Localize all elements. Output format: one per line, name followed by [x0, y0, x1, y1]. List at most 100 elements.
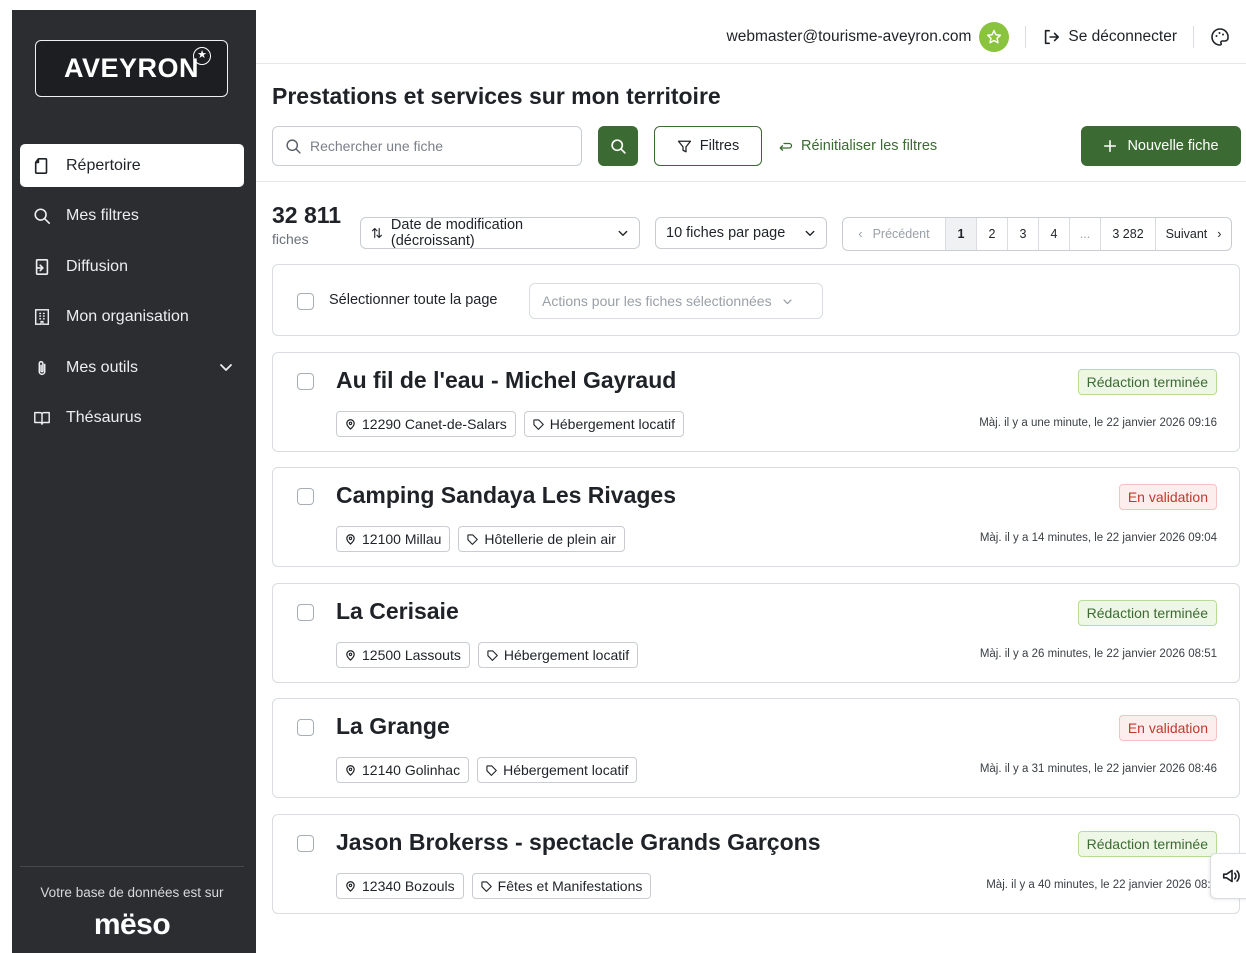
- tag-icon: [533, 418, 544, 430]
- divider: [1025, 25, 1027, 48]
- bulk-actions-bar: Sélectionner toute la page Actions pour …: [272, 264, 1240, 336]
- record-title[interactable]: Jason Brokerss - spectacle Grands Garçon…: [336, 829, 821, 856]
- chevron-down-icon: [783, 299, 792, 304]
- pagination-page-last[interactable]: 3 282: [1101, 218, 1156, 250]
- reset-filters-link[interactable]: Réinitialiser les filtres: [778, 126, 937, 166]
- per-page-select[interactable]: 10 fiches par page: [655, 217, 827, 249]
- sidebar-item-diffusion[interactable]: Diffusion: [20, 245, 244, 288]
- chevron-left-icon: ‹: [858, 227, 863, 241]
- list-controls: 32 811 fiches Date de modification (décr…: [256, 182, 1246, 264]
- new-record-label: Nouvelle fiche: [1127, 138, 1219, 154]
- record-title[interactable]: Au fil de l'eau - Michel Gayraud: [336, 367, 676, 394]
- megaphone-icon: [1222, 869, 1240, 883]
- footer-text: Votre base de données est sur: [40, 885, 224, 900]
- avatar[interactable]: [979, 21, 1010, 52]
- record-card[interactable]: La Cerisaie 12500 Lassouts Hébergement l…: [272, 583, 1240, 683]
- tag-icon: [481, 880, 492, 892]
- record-title[interactable]: La Cerisaie: [336, 598, 459, 625]
- file-icon: [32, 156, 52, 176]
- sidebar-item-mes-filtres[interactable]: Mes filtres: [20, 195, 244, 238]
- location-text: 12290 Canet-de-Salars: [362, 416, 507, 432]
- chevron-right-icon: ›: [1217, 227, 1222, 241]
- pagination: ‹ Précédent 1 2 3 4 ... 3 282 Suivant ›: [842, 217, 1232, 251]
- record-checkbox[interactable]: [297, 373, 314, 390]
- search-input[interactable]: [310, 138, 570, 154]
- location-tag: 12100 Millau: [336, 526, 451, 552]
- modified-date: Màj. il y a 14 minutes, le 22 janvier 20…: [979, 532, 1217, 544]
- record-checkbox[interactable]: [297, 604, 314, 621]
- modified-date: Màj. il y a 31 minutes, le 22 janvier 20…: [979, 763, 1217, 775]
- count-label: fiches: [272, 231, 309, 247]
- record-card[interactable]: Au fil de l'eau - Michel Gayraud 12290 C…: [272, 352, 1240, 452]
- sidebar-item-mes-outils[interactable]: Mes outils: [20, 346, 244, 389]
- chevron-down-icon[interactable]: [218, 359, 234, 375]
- record-tags: 12500 Lassouts Hébergement locatif: [336, 642, 639, 668]
- record-checkbox[interactable]: [297, 488, 314, 505]
- record-title[interactable]: Camping Sandaya Les Rivages: [336, 482, 676, 509]
- category-text: Fêtes et Manifestations: [497, 878, 643, 894]
- topbar: webmaster@tourisme-aveyron.com Se déconn…: [256, 10, 1246, 64]
- record-checkbox[interactable]: [297, 835, 314, 852]
- search-box: [272, 126, 582, 166]
- search-icon: [32, 206, 52, 226]
- book-icon: [32, 408, 52, 428]
- record-card[interactable]: Camping Sandaya Les Rivages 12100 Millau…: [272, 467, 1240, 567]
- sort-icon: [371, 227, 382, 239]
- modified-date: Màj. il y a 26 minutes, le 22 janvier 20…: [979, 648, 1217, 660]
- sidebar-item-mon-organisation[interactable]: Mon organisation: [20, 296, 244, 339]
- search-button[interactable]: [598, 126, 638, 166]
- reset-filters-label: Réinitialiser les filtres: [801, 138, 938, 154]
- reset-icon: [779, 142, 793, 151]
- pagination-prev[interactable]: ‹ Précédent: [843, 218, 946, 250]
- filter-icon: [677, 140, 691, 152]
- sidebar-item-label: Répertoire: [66, 156, 141, 174]
- pagination-page[interactable]: 4: [1039, 218, 1070, 250]
- select-all-checkbox[interactable]: [297, 293, 314, 310]
- search-icon: [286, 138, 301, 154]
- pagination-page[interactable]: 2: [977, 218, 1008, 250]
- logout-label: Se déconnecter: [1068, 27, 1177, 45]
- filters-label: Filtres: [699, 138, 740, 154]
- count-number: 32 811: [272, 202, 342, 228]
- logout-icon: [1045, 29, 1060, 44]
- filters-button[interactable]: Filtres: [654, 126, 762, 166]
- palette-icon[interactable]: [1210, 27, 1230, 47]
- meso-logo[interactable]: mëso: [94, 908, 171, 942]
- search-icon: [610, 138, 626, 154]
- record-card[interactable]: La Grange 12140 Golinhac Hébergement loc…: [272, 698, 1240, 798]
- category-text: Hébergement locatif: [503, 762, 629, 778]
- bulk-actions-select[interactable]: Actions pour les fiches sélectionnées: [529, 283, 823, 319]
- record-title[interactable]: La Grange: [336, 713, 450, 740]
- location-pin-icon: [346, 764, 355, 776]
- pagination-page[interactable]: 3: [1008, 218, 1039, 250]
- star-icon: [987, 29, 1002, 43]
- status-badge: Rédaction terminée: [1077, 600, 1217, 626]
- per-page-label: 10 fiches par page: [666, 225, 786, 241]
- status-badge: Rédaction terminée: [1077, 369, 1217, 395]
- location-tag: 12340 Bozouls: [336, 873, 464, 899]
- sort-label: Date de modification (décroissant): [390, 217, 524, 249]
- select-all-label[interactable]: Sélectionner toute la page: [329, 292, 498, 308]
- sidebar-item-label: Mes filtres: [66, 207, 139, 224]
- location-text: 12140 Golinhac: [362, 762, 461, 778]
- record-tags: 12100 Millau Hôtellerie de plein air: [336, 526, 625, 552]
- sidebar-item-label: Mes outils: [66, 358, 139, 376]
- location-text: 12500 Lassouts: [362, 647, 461, 663]
- pagination-page[interactable]: 1: [946, 218, 977, 250]
- category-text: Hébergement locatif: [503, 647, 630, 663]
- aveyron-logo[interactable]: AVEYRON ★: [35, 40, 228, 97]
- sort-select[interactable]: Date de modification (décroissant): [360, 217, 640, 249]
- new-record-button[interactable]: Nouvelle fiche: [1081, 126, 1241, 166]
- pagination-next[interactable]: Suivant ›: [1156, 218, 1231, 250]
- pagination-ellipsis: ...: [1070, 218, 1101, 250]
- sidebar-item-repertoire[interactable]: Répertoire: [20, 144, 244, 187]
- location-pin-icon: [346, 418, 355, 430]
- bulk-actions-placeholder: Actions pour les fiches sélectionnées: [542, 293, 772, 309]
- record-card[interactable]: Jason Brokerss - spectacle Grands Garçon…: [272, 814, 1240, 914]
- modified-date: Màj. il y a 40 minutes, le 22 janvier 20…: [986, 879, 1217, 891]
- sidebar-item-thesaurus[interactable]: Thésaurus: [20, 397, 244, 440]
- record-checkbox[interactable]: [297, 719, 314, 736]
- logout-button[interactable]: Se déconnecter: [1042, 28, 1177, 46]
- feedback-button[interactable]: [1210, 853, 1246, 899]
- modified-date: Màj. il y a une minute, le 22 janvier 20…: [979, 417, 1217, 429]
